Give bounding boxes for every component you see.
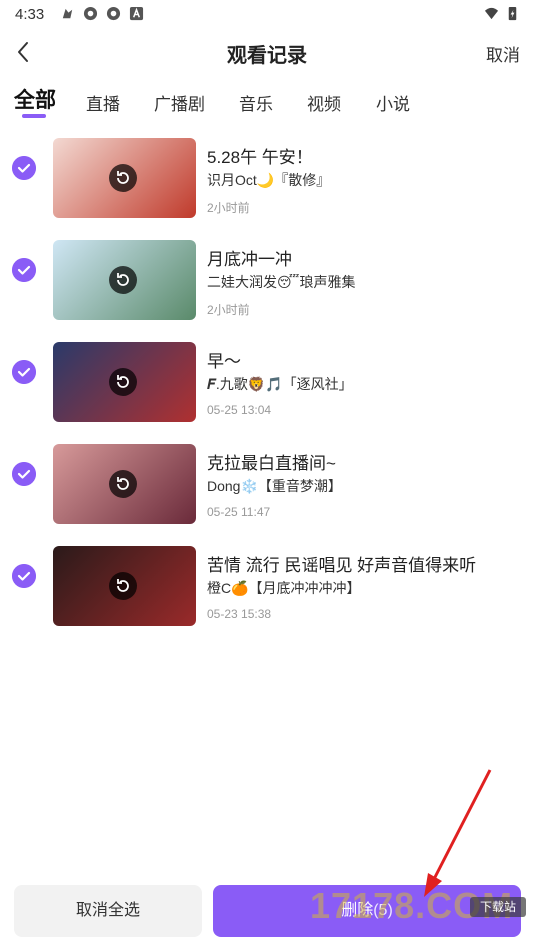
item-time: 2小时前 — [207, 303, 250, 317]
replay-icon — [109, 164, 137, 192]
item-host: 橙C🍊【月底冲冲冲冲】 — [207, 580, 361, 596]
list-item[interactable]: 克拉最白直播间~ Dong❄️【重音梦潮】 05-25 11:47 — [0, 434, 534, 536]
checked-icon[interactable] — [12, 462, 36, 486]
deselect-all-button[interactable]: 取消全选 — [14, 885, 202, 937]
replay-icon — [109, 572, 137, 600]
tab-video[interactable]: 视频 — [307, 90, 341, 115]
battery-icon — [508, 6, 517, 21]
checked-icon[interactable] — [12, 360, 36, 384]
replay-icon — [109, 368, 137, 396]
system-icons — [484, 6, 520, 21]
annotation-arrow-icon — [424, 769, 492, 897]
tab-all[interactable]: 全部 — [14, 84, 56, 114]
app-notification-icon — [62, 8, 73, 19]
status-time: 4:33 — [15, 6, 45, 23]
item-host: Dong❄️【重音梦潮】 — [207, 478, 342, 494]
list-item[interactable]: 苦情 流行 民谣唱见 好声音值得来听 橙C🍊【月底冲冲冲冲】 05-23 15:… — [0, 536, 534, 638]
tab-radio-drama[interactable]: 广播剧 — [154, 90, 205, 115]
tab-live[interactable]: 直播 — [86, 90, 120, 115]
sync-icon — [83, 6, 98, 21]
list-item[interactable]: 早～ 𝑭.九歌🦁🎵「逐风社」 05-25 13:04 — [0, 332, 534, 434]
tab-indicator — [22, 114, 46, 118]
item-host: 识月Oct🌙『散修』 — [207, 172, 331, 188]
item-title: 早～ — [207, 352, 241, 371]
cancel-button[interactable]: 取消 — [486, 41, 520, 66]
wifi-icon — [484, 7, 499, 20]
checked-icon[interactable] — [12, 156, 36, 180]
item-title: 5.28午 午安！ — [207, 148, 313, 167]
page-title: 观看记录 — [227, 45, 307, 67]
tab-novel[interactable]: 小说 — [376, 90, 410, 115]
item-title: 克拉最白直播间~ — [207, 454, 336, 473]
notification-icons — [60, 6, 144, 21]
item-time: 05-25 13:04 — [207, 403, 272, 417]
item-time: 05-23 15:38 — [207, 607, 272, 621]
item-time: 2小时前 — [207, 201, 250, 215]
item-host: 二娃大润发😴琅声雅集 — [207, 274, 356, 290]
item-title: 苦情 流行 民谣唱见 好声音值得来听 — [207, 556, 477, 575]
category-tabs: 全部 直播 广播剧 音乐 视频 小说 — [0, 82, 534, 122]
item-title: 月底冲一冲 — [207, 250, 292, 269]
item-time: 05-25 11:47 — [207, 505, 271, 519]
item-host: 𝑭.九歌🦁🎵「逐风社」 — [207, 376, 353, 392]
replay-icon — [109, 266, 137, 294]
list-item[interactable]: 月底冲一冲 二娃大润发😴琅声雅集 2小时前 — [0, 230, 534, 332]
checked-icon[interactable] — [12, 564, 36, 588]
status-bar: 4:33 — [0, 0, 534, 30]
watermark-badge: 下载站 — [470, 897, 526, 917]
top-bar: 观看记录 取消 — [0, 30, 534, 74]
sync-icon — [106, 6, 121, 21]
checked-icon[interactable] — [12, 258, 36, 282]
tab-music[interactable]: 音乐 — [239, 90, 273, 115]
font-icon — [129, 6, 144, 21]
list-item[interactable]: 5.28午 午安！ 识月Oct🌙『散修』 2小时前 — [0, 128, 534, 230]
replay-icon — [109, 470, 137, 498]
